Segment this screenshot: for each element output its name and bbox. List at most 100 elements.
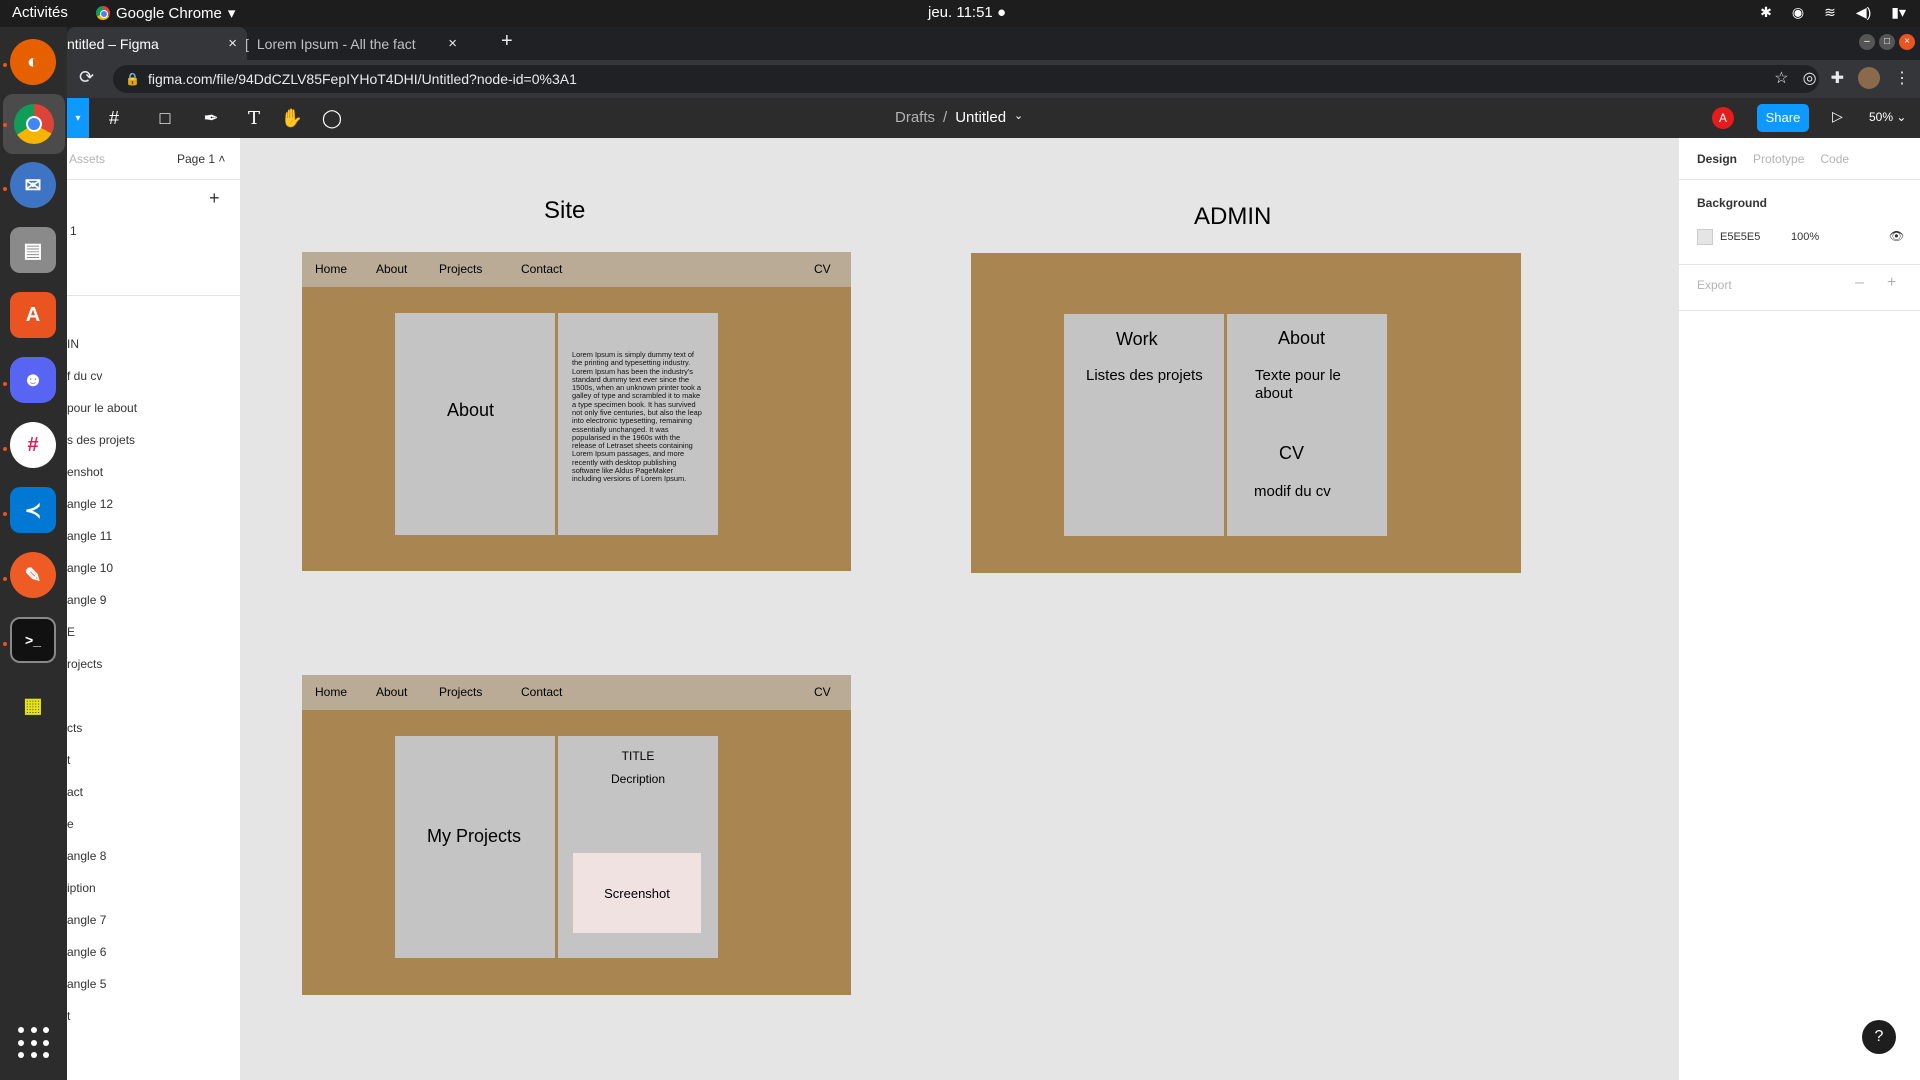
- nav-contact[interactable]: Contact: [521, 685, 562, 699]
- layer-item[interactable]: t: [67, 1009, 70, 1023]
- profile-avatar[interactable]: [1858, 67, 1880, 89]
- layer-item[interactable]: E: [67, 625, 75, 639]
- show-applications-icon[interactable]: [18, 1027, 50, 1059]
- layer-item[interactable]: e: [67, 817, 74, 831]
- maximize-icon[interactable]: □: [1879, 34, 1895, 50]
- layer-item[interactable]: angle 8: [67, 849, 106, 863]
- pen-tool-icon[interactable]: ✒: [193, 98, 229, 138]
- shape-tool-icon[interactable]: □: [147, 98, 183, 138]
- nav-home[interactable]: Home: [315, 685, 347, 699]
- close-tab-icon[interactable]: ×: [448, 35, 457, 52]
- new-tab-button[interactable]: +: [501, 30, 513, 53]
- minus-icon[interactable]: –: [1855, 274, 1864, 292]
- nav-projects[interactable]: Projects: [439, 685, 482, 699]
- admin-about-box[interactable]: About Texte pour le about CV modif du cv: [1227, 314, 1387, 536]
- hand-tool-icon[interactable]: ✋: [277, 98, 307, 138]
- taskboard-icon[interactable]: ▦: [10, 682, 56, 728]
- lock-icon[interactable]: 🔒: [125, 72, 140, 86]
- layer-item[interactable]: IN: [67, 337, 79, 351]
- extension-icon[interactable]: ◎: [1803, 68, 1817, 88]
- layer-item[interactable]: t: [67, 753, 70, 767]
- layer-item[interactable]: angle 10: [67, 561, 113, 575]
- files-icon[interactable]: ▤: [10, 227, 56, 273]
- tab-figma[interactable]: ntitled – Figma ×: [67, 27, 247, 60]
- layer-item[interactable]: enshot: [67, 465, 103, 479]
- tab-code[interactable]: Code: [1820, 152, 1849, 166]
- nav-cv[interactable]: CV: [814, 262, 831, 276]
- system-tray[interactable]: ✱ ◉ ≋ ◀) ▮▾: [1760, 4, 1906, 21]
- visibility-eye-icon[interactable]: 👁: [1889, 229, 1904, 243]
- activities-button[interactable]: Activités: [12, 4, 68, 21]
- bookmark-star-icon[interactable]: ☆: [1774, 68, 1788, 88]
- background-hex-input[interactable]: E5E5E5: [1720, 231, 1760, 243]
- main-menu-button[interactable]: ▾: [67, 98, 89, 138]
- tab-design[interactable]: Design: [1697, 152, 1737, 166]
- drafts-link[interactable]: Drafts: [895, 109, 935, 126]
- app-menu[interactable]: Google Chrome ▾: [96, 4, 235, 22]
- terminal-icon[interactable]: >_: [10, 617, 56, 663]
- layer-item[interactable]: s des projets: [67, 433, 135, 447]
- canvas[interactable]: Site ADMIN Home About Projects Contact C…: [242, 138, 1678, 1080]
- tab-assets[interactable]: Assets: [69, 152, 105, 166]
- layer-item[interactable]: act: [67, 785, 83, 799]
- background-swatch[interactable]: [1697, 229, 1713, 245]
- chevron-down-icon[interactable]: ⌄: [1014, 109, 1023, 126]
- share-button[interactable]: Share: [1757, 104, 1809, 132]
- layer-item[interactable]: angle 12: [67, 497, 113, 511]
- wifi-icon[interactable]: ≋: [1824, 4, 1836, 21]
- zoom-dropdown[interactable]: 50% ⌄: [1869, 110, 1906, 124]
- battery-icon[interactable]: ▮▾: [1891, 4, 1906, 21]
- layer-item[interactable]: cts: [67, 721, 82, 735]
- nav-cv[interactable]: CV: [814, 685, 831, 699]
- tab-prototype[interactable]: Prototype: [1753, 152, 1804, 166]
- comment-tool-icon[interactable]: ◯: [317, 98, 347, 138]
- text-tool-icon[interactable]: T: [239, 98, 269, 138]
- admin-frame-title[interactable]: ADMIN: [1194, 203, 1271, 231]
- background-opacity-input[interactable]: 100%: [1791, 231, 1819, 243]
- add-page-icon[interactable]: +: [209, 188, 220, 209]
- close-window-icon[interactable]: ×: [1899, 34, 1915, 50]
- puzzle-icon[interactable]: ✚: [1831, 68, 1844, 88]
- volume-icon[interactable]: ◀): [1856, 4, 1871, 21]
- layer-item[interactable]: angle 5: [67, 977, 106, 991]
- nav-contact[interactable]: Contact: [521, 262, 562, 276]
- layer-item[interactable]: angle 9: [67, 593, 106, 607]
- thunderbird-icon[interactable]: ✉: [10, 162, 56, 208]
- frame-tool-icon[interactable]: #: [99, 98, 129, 138]
- project-detail-box[interactable]: TITLE Decription Screenshot: [558, 736, 718, 958]
- lorem-box[interactable]: Lorem Ipsum is simply dummy text of the …: [558, 313, 718, 535]
- layer-item[interactable]: f du cv: [67, 369, 102, 383]
- tab-lorem-ipsum[interactable]: [ Lorem Ipsum - All the fact ×: [245, 27, 467, 60]
- layer-item[interactable]: angle 11: [67, 529, 112, 543]
- reload-icon[interactable]: ⟳: [79, 67, 94, 88]
- page-item[interactable]: 1: [70, 224, 77, 238]
- user-avatar[interactable]: A: [1712, 107, 1734, 129]
- nav-about[interactable]: About: [376, 685, 407, 699]
- discord-icon[interactable]: ☻: [10, 357, 56, 403]
- layer-item[interactable]: iption: [67, 881, 96, 895]
- discord-tray-icon[interactable]: ◉: [1792, 4, 1804, 21]
- nav-home[interactable]: Home: [315, 262, 347, 276]
- help-button[interactable]: ?: [1862, 1020, 1896, 1054]
- nav-bar[interactable]: Home About Projects Contact CV: [302, 675, 851, 710]
- about-page-frame[interactable]: Home About Projects Contact CV About Lor…: [302, 252, 851, 571]
- work-box[interactable]: Work Listes des projets: [1064, 314, 1224, 536]
- layer-item[interactable]: angle 7: [67, 913, 106, 927]
- nav-bar[interactable]: Home About Projects Contact CV: [302, 252, 851, 287]
- admin-page-frame[interactable]: Work Listes des projets About Texte pour…: [971, 253, 1521, 573]
- add-export-icon[interactable]: +: [1887, 274, 1896, 292]
- layer-item[interactable]: rojects: [67, 657, 102, 671]
- firefox-icon[interactable]: ◐: [10, 39, 56, 85]
- address-bar[interactable]: 🔒 figma.com/file/94DdCZLV85FepIYHoT4DHI/…: [113, 65, 1819, 93]
- nav-projects[interactable]: Projects: [439, 262, 482, 276]
- software-center-icon[interactable]: A: [10, 292, 56, 338]
- slack-tray-icon[interactable]: ✱: [1760, 4, 1772, 21]
- minimize-icon[interactable]: –: [1859, 34, 1875, 50]
- clock[interactable]: jeu. 11:51 ●: [928, 4, 1006, 21]
- present-play-icon[interactable]: ▷: [1832, 108, 1843, 125]
- slack-icon[interactable]: #: [10, 422, 56, 468]
- screenshot-placeholder[interactable]: Screenshot: [573, 853, 701, 933]
- layer-item[interactable]: angle 6: [67, 945, 106, 959]
- close-tab-icon[interactable]: ×: [228, 35, 237, 52]
- about-box[interactable]: About: [395, 313, 555, 535]
